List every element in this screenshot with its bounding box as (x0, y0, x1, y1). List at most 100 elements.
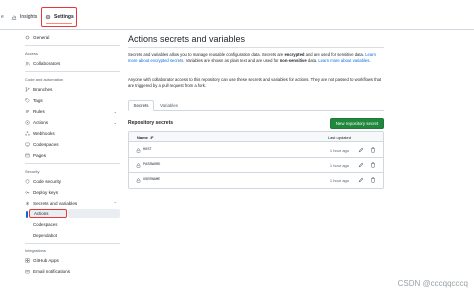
secrets-table-header: Name ↓F Last updated (129, 132, 383, 142)
sidebar-item-label: Codespaces (33, 142, 59, 147)
sidebar-divider (25, 45, 120, 46)
title-divider (128, 47, 384, 48)
sidebar-subitem-label: Codespaces (33, 222, 58, 227)
sidebar-item-code-security[interactable]: Code security (22, 177, 120, 186)
tab-variables[interactable]: Variables (155, 100, 183, 111)
sidebar-item-label: Email notifications (33, 269, 71, 274)
table-row: USERNAME 1 hour ago (129, 173, 383, 188)
repository-secrets-heading: Repository secrets (128, 120, 174, 126)
learn-variables-link[interactable]: Learn more about variables (318, 58, 369, 63)
sidebar-item-label: General (33, 35, 50, 40)
sidebar-divider (25, 163, 120, 164)
sidebar-item-label: Secrets and variables (33, 201, 78, 206)
pencil-icon[interactable] (358, 147, 364, 153)
play-icon (25, 120, 30, 125)
people-icon (25, 61, 30, 66)
sidebar-section-security: Security (25, 169, 40, 174)
sidebar-item-codespaces[interactable]: Codespaces (22, 140, 120, 149)
mail-icon (25, 270, 30, 274)
secret-name: HOST (143, 148, 152, 152)
pencil-icon[interactable] (358, 177, 364, 183)
rules-icon (25, 110, 30, 113)
key-icon (25, 191, 30, 194)
gear-icon (45, 14, 51, 20)
apps-icon (25, 258, 30, 263)
sidebar-item-webhooks[interactable]: Webhooks (22, 129, 120, 138)
sidebar-subitem-codespaces[interactable]: Codespaces (29, 220, 120, 229)
column-name-header[interactable]: Name ↓F (137, 135, 153, 140)
column-updated-header: Last updated (327, 135, 351, 140)
lock-icon (136, 178, 141, 183)
sidebar-item-label: Tags (33, 98, 43, 103)
settings-sidebar: General Access Collaborators Code and au… (22, 30, 122, 292)
codespaces-icon (25, 142, 30, 147)
sidebar-item-label: Pages (33, 153, 47, 158)
repo-top-nav: e Insights Settings (0, 0, 474, 30)
sidebar-item-label: Deploy keys (33, 190, 59, 195)
intro-bold-encrypted: encrypted (284, 52, 305, 57)
sidebar-subitem-label: Dependabot (33, 233, 57, 238)
intro-text: Secrets and variables allow you to manag… (128, 52, 285, 57)
trash-icon[interactable] (370, 147, 376, 153)
page-title: Actions secrets and variables (128, 34, 246, 44)
trash-icon[interactable] (370, 162, 376, 168)
sidebar-item-collaborators[interactable]: Collaborators (22, 59, 120, 68)
sidebar-item-label: Branches (33, 87, 53, 92)
tab-settings-label: Settings (54, 14, 74, 20)
secrets-variables-tabs: Secrets Variables (128, 100, 384, 111)
sidebar-subitem-actions[interactable]: Actions (26, 209, 67, 218)
sidebar-item-label: Collaborators (33, 61, 61, 66)
tab-secrets[interactable]: Secrets (128, 100, 154, 111)
nav-edge-text: e (1, 14, 4, 20)
intro-bold-non-sensitive: non-sensitive (279, 58, 307, 63)
sidebar-subitem-dependabot[interactable]: Dependabot (29, 231, 120, 240)
lock-icon (136, 163, 141, 168)
asterisk-icon (25, 201, 30, 206)
sidebar-item-secrets-variables[interactable]: Secrets and variables ⌃ (22, 199, 120, 208)
sidebar-item-label: Webhooks (33, 131, 55, 136)
sidebar-section-code: Code and automation (25, 77, 64, 82)
tag-icon (25, 98, 30, 103)
chevron-down-icon: ⌄ (113, 109, 117, 114)
sidebar-item-tags[interactable]: Tags (22, 96, 120, 105)
main-content: Actions secrets and variables Secrets an… (128, 30, 390, 292)
intro-text: . Variables are shown as plain text and … (183, 58, 280, 63)
lock-icon (136, 148, 141, 153)
tab-insights[interactable]: Insights (11, 10, 37, 24)
sidebar-item-label: Rules (33, 109, 45, 114)
shield-icon (25, 179, 30, 184)
sidebar-item-deploy-keys[interactable]: Deploy keys (22, 188, 120, 197)
tab-settings[interactable]: Settings (41, 7, 77, 27)
sidebar-section-integrations: Integrations (25, 248, 46, 253)
secret-name: PASSWORD (143, 163, 161, 167)
gear-icon (25, 35, 30, 40)
sidebar-divider (25, 71, 120, 72)
collaborator-note: Anyone with collaborator access to this … (128, 77, 382, 88)
sidebar-item-label: GitHub Apps (33, 258, 59, 263)
secret-updated: 1 hour ago (329, 178, 349, 183)
pencil-icon[interactable] (358, 162, 364, 168)
intro-paragraph: Secrets and variables allow you to manag… (128, 52, 384, 64)
new-repository-secret-button[interactable]: New repository secret (330, 118, 384, 129)
webhook-icon (25, 131, 30, 136)
active-tab-underline (46, 22, 72, 24)
sidebar-item-rules[interactable]: Rules ⌄ (22, 107, 120, 116)
sidebar-item-github-apps[interactable]: GitHub Apps (22, 256, 120, 265)
secrets-table: Name ↓F Last updated HOST 1 hour ago PAS… (128, 131, 384, 189)
secret-updated: 1 hour ago (329, 148, 349, 153)
graph-icon (11, 15, 17, 20)
sidebar-item-email-notifications[interactable]: Email notifications (22, 267, 120, 276)
sidebar-item-label: Actions (33, 120, 49, 125)
trash-icon[interactable] (370, 177, 376, 183)
sidebar-item-branches[interactable]: Branches (22, 85, 120, 94)
active-item-indicator (26, 211, 28, 218)
sidebar-item-actions[interactable]: Actions ⌄ (22, 118, 120, 127)
intro-text: data. (306, 58, 319, 63)
secret-updated: 1 hour ago (329, 163, 349, 168)
sidebar-subitem-label: Actions (34, 211, 49, 216)
secret-name: USERNAME (143, 178, 161, 182)
sidebar-item-general[interactable]: General (22, 33, 120, 42)
sidebar-subitem-actions-highlight (68, 209, 120, 218)
chevron-down-icon: ⌄ (113, 120, 117, 125)
sidebar-item-pages[interactable]: Pages (22, 151, 120, 160)
